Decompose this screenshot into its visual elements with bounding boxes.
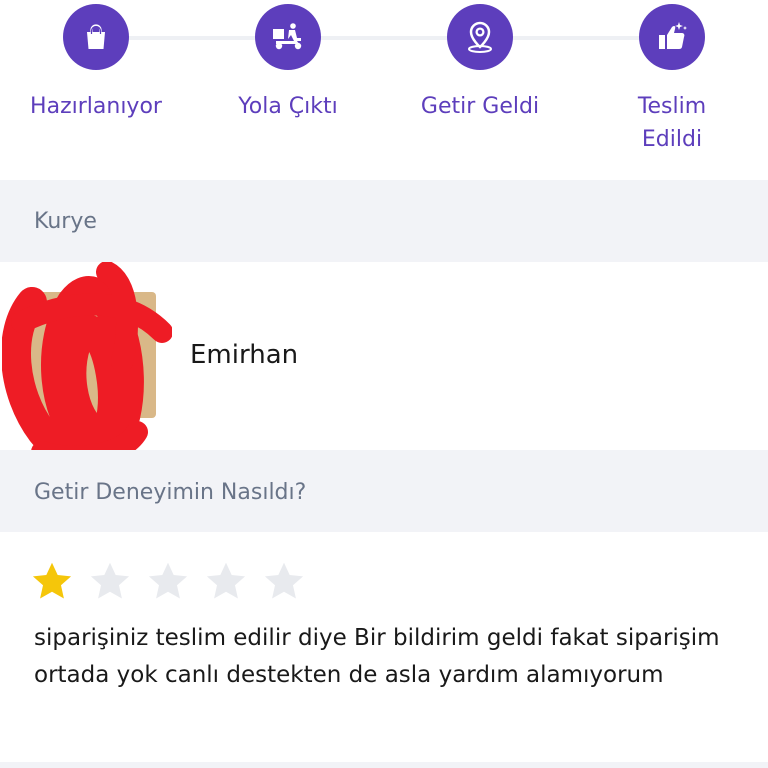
divider: [0, 762, 768, 768]
star-icon[interactable]: [262, 560, 306, 604]
experience-section-header: Getir Deneyimin Nasıldı?: [0, 450, 768, 532]
step-label: Yola Çıktı: [238, 94, 338, 119]
order-progress: Hazırlanıyor Yola Çıktı Getir Geldi Tesl…: [0, 0, 768, 180]
step-label: Teslim Edildi: [637, 94, 707, 152]
star-icon[interactable]: [204, 560, 248, 604]
courier-section-header: Kurye: [0, 180, 768, 262]
delivery-scooter-icon: [255, 4, 321, 70]
thumbs-up-sparkle-icon: [639, 4, 705, 70]
courier-name: Emirhan: [190, 340, 299, 370]
section-title: Getir Deneyimin Nasıldı?: [34, 480, 307, 505]
step-label: Hazırlanıyor: [30, 94, 162, 119]
courier-card: Emirhan: [0, 262, 768, 472]
shopping-bag-icon: [63, 4, 129, 70]
progress-track: [97, 36, 671, 40]
step-label: Getir Geldi: [420, 94, 540, 119]
section-title: Kurye: [34, 209, 97, 234]
review-comment: siparişiniz teslim edilir diye Bir bildi…: [34, 625, 720, 688]
location-pin-icon: [447, 4, 513, 70]
star-rating: [30, 560, 306, 604]
star-icon[interactable]: [146, 560, 190, 604]
star-icon[interactable]: [30, 560, 74, 604]
redaction-scribble: [2, 262, 172, 472]
star-icon[interactable]: [88, 560, 132, 604]
avatar: [2, 262, 172, 472]
